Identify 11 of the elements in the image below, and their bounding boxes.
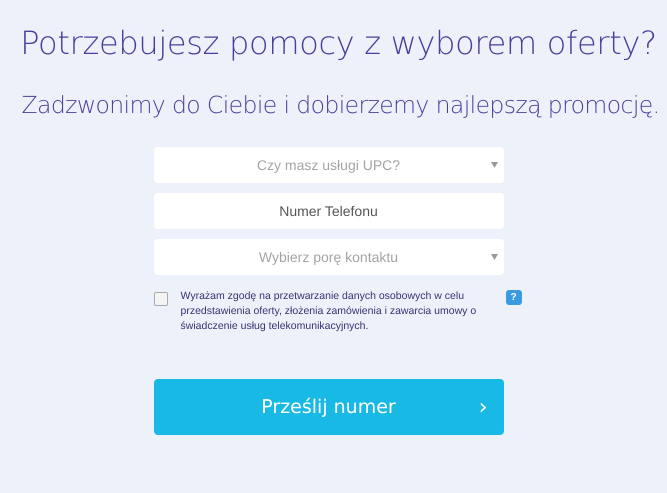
caret-icon (490, 162, 498, 168)
page-subheading: Zadzwonimy do Ciebie i dobierzemy najlepszą promocję. (22, 91, 660, 119)
submit-button[interactable]: Prześlij numer › (154, 379, 504, 435)
consent-text: Wyrażam zgodę na przetwarzanie danych osobowych w celu przedstawienia oferty, złożenia zamówienia i zawarcia umowy o świadczenie usług telekomunikacyjnych. (180, 289, 478, 334)
caret-icon (490, 254, 498, 260)
dropdown-field[interactable]: Wybierz porę kontaktu (154, 239, 504, 275)
dropdown-field[interactable]: Czy masz usługi UPC? (154, 147, 504, 183)
help-button[interactable]: ? (506, 290, 522, 305)
consent-checkbox[interactable] (154, 292, 168, 306)
page-heading: Potrzebujesz pomocy z wyborem oferty? (20, 24, 657, 62)
phone-input-field[interactable]: Numer Telefonu (154, 193, 504, 229)
